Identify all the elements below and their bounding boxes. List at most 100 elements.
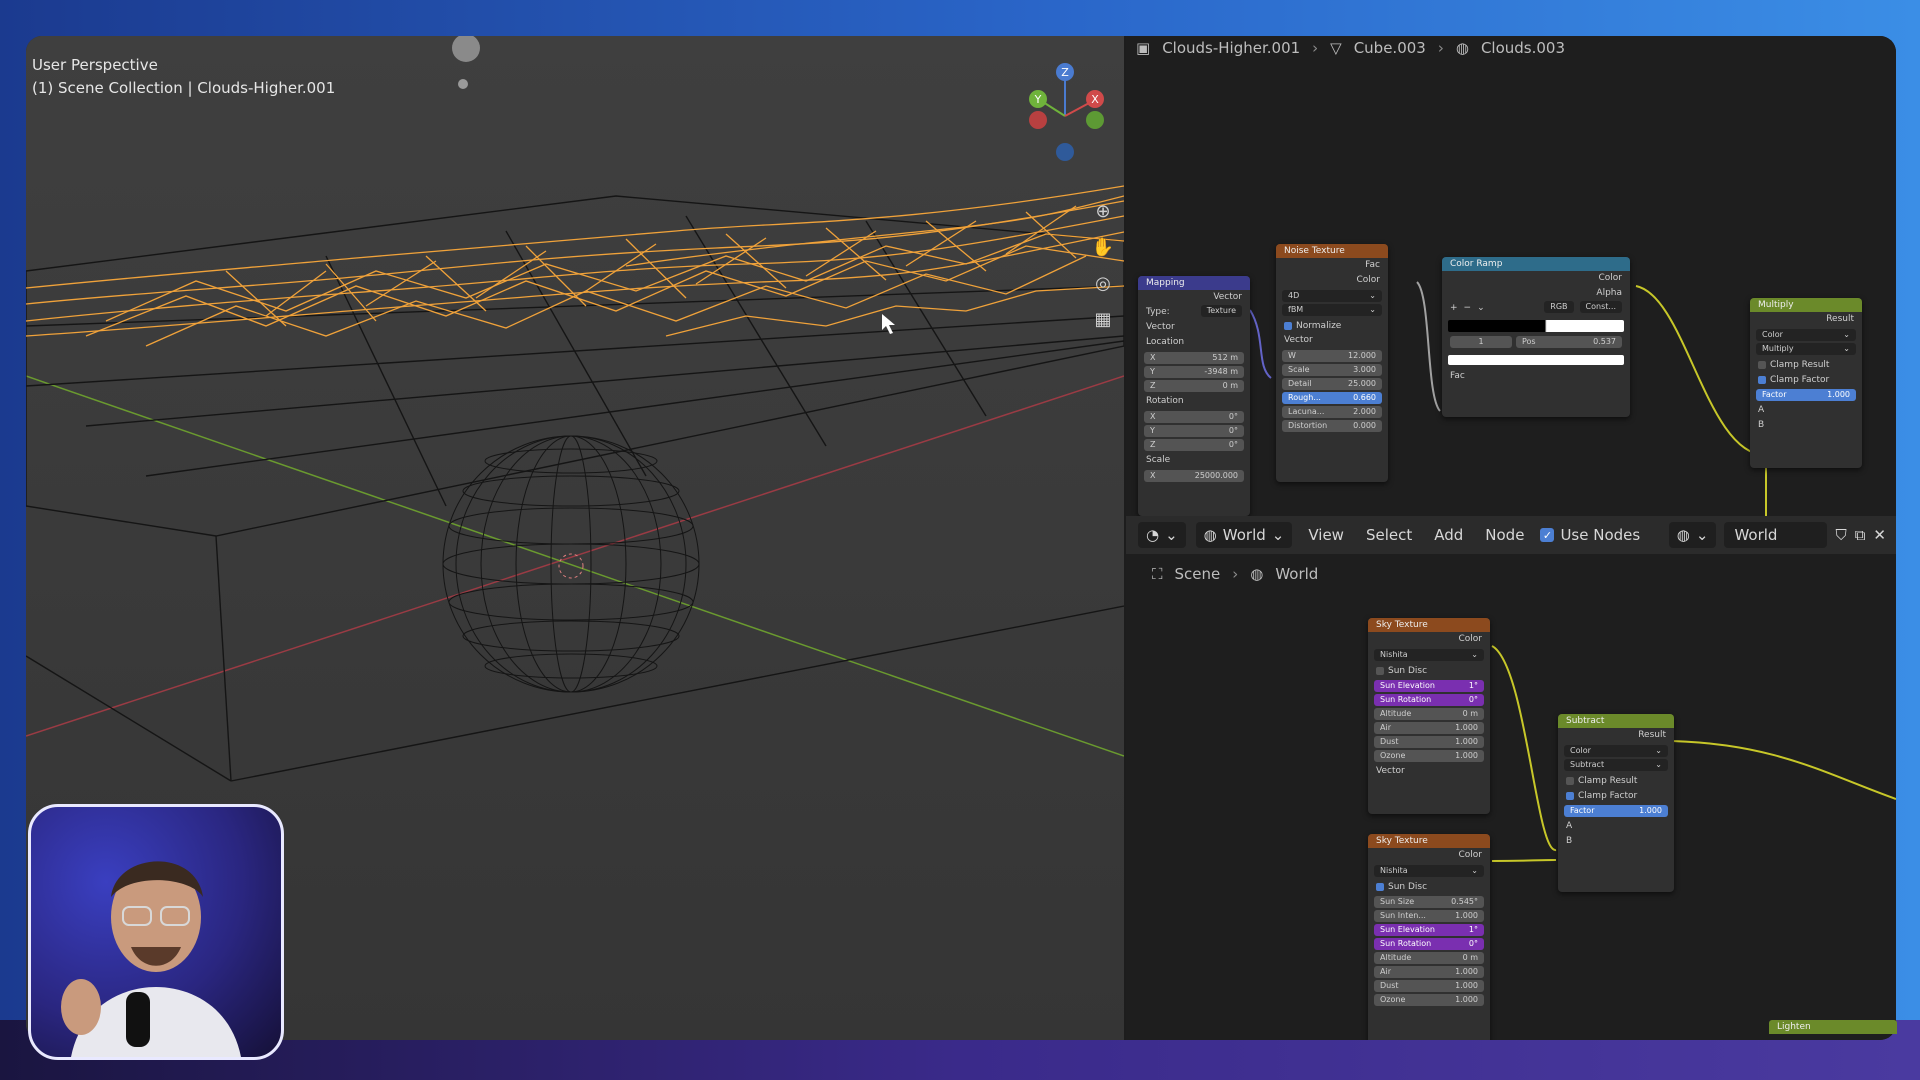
sky-texture-node-1[interactable]: Sky Texture Color Nishita ⌄ Sun Disc Sun … <box>1368 618 1490 814</box>
sun-disc-checkbox[interactable]: Sun Disc <box>1368 879 1490 894</box>
scale-field[interactable]: Scale 3.000 <box>1282 364 1382 376</box>
socket-b-in[interactable]: B <box>1558 834 1674 849</box>
zoom-icon[interactable]: ⊕ <box>1088 196 1118 226</box>
socket-color-out[interactable]: Color <box>1368 632 1490 647</box>
socket-vector-out[interactable]: Vector <box>1138 290 1250 305</box>
multiply-node[interactable]: Multiply Result Color ⌄ Multiply ⌄ Clamp R… <box>1750 298 1862 468</box>
data-type-dropdown[interactable]: Color ⌄ <box>1756 329 1856 341</box>
node-header[interactable]: Sky Texture <box>1368 618 1490 632</box>
navigation-gizmo[interactable]: Z Y X <box>1011 56 1121 176</box>
socket-a-in[interactable]: A <box>1750 403 1862 418</box>
location-y[interactable]: Y -3948 m <box>1144 366 1244 378</box>
socket-alpha-out[interactable]: Alpha <box>1442 286 1630 301</box>
sun-rotation-field[interactable]: Sun Rotation 0° <box>1374 694 1484 706</box>
sun-rotation-field[interactable]: Sun Rotation 0° <box>1374 938 1484 950</box>
neg-z-axis-icon[interactable] <box>1056 143 1074 161</box>
add-stop-icon[interactable]: + <box>1450 301 1458 316</box>
node-header[interactable]: Noise Texture <box>1276 244 1388 258</box>
color-mode-dropdown[interactable]: RGB <box>1544 301 1574 313</box>
clamp-result-checkbox[interactable]: Clamp Result <box>1750 357 1862 372</box>
dust-field[interactable]: Dust 1.000 <box>1374 736 1484 748</box>
ozone-field[interactable]: Ozone 1.000 <box>1374 994 1484 1006</box>
stop-position-field[interactable]: Pos 0.537 <box>1516 336 1622 348</box>
sun-elevation-field[interactable]: Sun Elevation 1° <box>1374 924 1484 936</box>
rotation-z[interactable]: Z 0° <box>1144 439 1244 451</box>
hand-pan-icon[interactable]: ✋ <box>1088 232 1118 262</box>
interpolation-dropdown[interactable]: Const... <box>1579 301 1622 313</box>
editor-type-dropdown[interactable]: ◔ ⌄ <box>1138 522 1186 548</box>
socket-fac-in[interactable]: Fac <box>1442 369 1630 384</box>
sun-elevation-field[interactable]: Sun Elevation 1° <box>1374 680 1484 692</box>
light-origin[interactable] <box>458 79 468 89</box>
rotation-x[interactable]: X 0° <box>1144 411 1244 423</box>
stop-index-field[interactable]: 1 <box>1450 336 1512 348</box>
socket-fac-out[interactable]: Fac <box>1276 258 1388 273</box>
sun-size-field[interactable]: Sun Size 0.545° <box>1374 896 1484 908</box>
chevron-down-icon[interactable]: ⌄ <box>1477 301 1485 316</box>
noise-texture-node[interactable]: Noise Texture Fac Color 4D ⌄ fBM ⌄ Normali… <box>1276 244 1388 482</box>
subtract-node[interactable]: Subtract Result Color ⌄ Subtract ⌄ Clamp R… <box>1558 714 1674 892</box>
sky-model-dropdown[interactable]: Nishita ⌄ <box>1374 649 1484 661</box>
clamp-factor-checkbox[interactable]: Clamp Factor <box>1750 372 1862 387</box>
world-browse-dropdown[interactable]: ◍ ⌄ <box>1668 522 1717 548</box>
shader-type-dropdown[interactable]: ◍ World ⌄ <box>1195 522 1293 548</box>
socket-color-out[interactable]: Color <box>1276 273 1388 288</box>
node-header[interactable]: Sky Texture <box>1368 834 1490 848</box>
dust-field[interactable]: Dust 1.000 <box>1374 980 1484 992</box>
socket-color-out[interactable]: Color <box>1442 271 1630 286</box>
location-z[interactable]: Z0 m <box>1144 380 1244 392</box>
world-name-field[interactable]: World <box>1724 522 1828 548</box>
blend-mode-dropdown[interactable]: Multiply ⌄ <box>1756 343 1856 355</box>
duplicate-icon[interactable]: ⧉ <box>1855 526 1866 544</box>
node-header[interactable]: Mapping <box>1138 276 1250 290</box>
mapping-node[interactable]: Mapping Vector Type: Texture Vector Locat… <box>1138 276 1250 516</box>
factor-field[interactable]: Factor 1.000 <box>1564 805 1668 817</box>
color-ramp-node[interactable]: Color Ramp Color Alpha + − ⌄ RGB Const..… <box>1442 257 1630 417</box>
sky-texture-node-2[interactable]: Sky Texture Color Nishita ⌄ Sun Disc Sun … <box>1368 834 1490 1040</box>
fake-user-shield-icon[interactable]: ⛉ <box>1835 526 1846 544</box>
detail-field[interactable]: Detail 25.000 <box>1282 378 1382 390</box>
lacunarity-field[interactable]: Lacuna... 2.000 <box>1282 406 1382 418</box>
altitude-field[interactable]: Altitude 0 m <box>1374 952 1484 964</box>
scale-x[interactable]: X 25000.000 <box>1144 470 1244 482</box>
clamp-factor-checkbox[interactable]: Clamp Factor <box>1558 788 1674 803</box>
sun-intensity-field[interactable]: Sun Inten... 1.000 <box>1374 910 1484 922</box>
w-field[interactable]: W 12.000 <box>1282 350 1382 362</box>
air-field[interactable]: Air 1.000 <box>1374 966 1484 978</box>
menu-view[interactable]: View <box>1302 526 1350 544</box>
type-dropdown[interactable]: Texture <box>1200 305 1242 317</box>
use-nodes-toggle[interactable]: ✓ Use Nodes <box>1540 526 1640 544</box>
socket-result-out[interactable]: Result <box>1558 728 1674 743</box>
close-icon[interactable]: ✕ <box>1873 526 1886 544</box>
sky-model-dropdown[interactable]: Nishita ⌄ <box>1374 865 1484 877</box>
socket-b-in[interactable]: B <box>1750 418 1862 433</box>
world-node-editor[interactable]: ⛶ Scene › ◍ World Sky Texture Color Nish… <box>1126 554 1896 1040</box>
blend-mode-dropdown[interactable]: Subtract ⌄ <box>1564 759 1668 771</box>
factor-field[interactable]: Factor 1.000 <box>1756 389 1856 401</box>
socket-vector-in[interactable]: Vector <box>1276 333 1388 348</box>
node-header[interactable]: Multiply <box>1750 298 1862 312</box>
camera-icon[interactable]: ◎ <box>1088 268 1118 298</box>
socket-vector-in[interactable]: Vector <box>1368 764 1490 779</box>
neg-y-axis-icon[interactable] <box>1086 111 1104 129</box>
neg-x-axis-icon[interactable] <box>1029 111 1047 129</box>
node-header[interactable]: Subtract <box>1558 714 1674 728</box>
distortion-field[interactable]: Distortion 0.000 <box>1282 420 1382 432</box>
node-header[interactable]: Color Ramp <box>1442 257 1630 271</box>
normalize-checkbox[interactable]: Normalize <box>1276 318 1388 333</box>
color-ramp-gradient[interactable] <box>1448 320 1624 332</box>
altitude-field[interactable]: Altitude 0 m <box>1374 708 1484 720</box>
lighten-node-header[interactable]: Lighten <box>1769 1020 1897 1034</box>
shader-node-editor[interactable]: ▣ Clouds-Higher.001 › ▽ Cube.003 › ◍ Clo… <box>1126 36 1896 516</box>
ozone-field[interactable]: Ozone 1.000 <box>1374 750 1484 762</box>
dimensions-dropdown[interactable]: 4D ⌄ <box>1282 290 1382 302</box>
roughness-field[interactable]: Rough... 0.660 <box>1282 392 1382 404</box>
stop-color-swatch[interactable] <box>1448 355 1624 365</box>
grid-icon[interactable]: ▦ <box>1088 304 1118 334</box>
air-field[interactable]: Air 1.000 <box>1374 722 1484 734</box>
sun-disc-checkbox[interactable]: Sun Disc <box>1368 663 1490 678</box>
socket-color-out[interactable]: Color <box>1368 848 1490 863</box>
menu-select[interactable]: Select <box>1360 526 1418 544</box>
socket-vector-in[interactable]: Vector <box>1138 320 1250 335</box>
socket-a-in[interactable]: A <box>1558 819 1674 834</box>
